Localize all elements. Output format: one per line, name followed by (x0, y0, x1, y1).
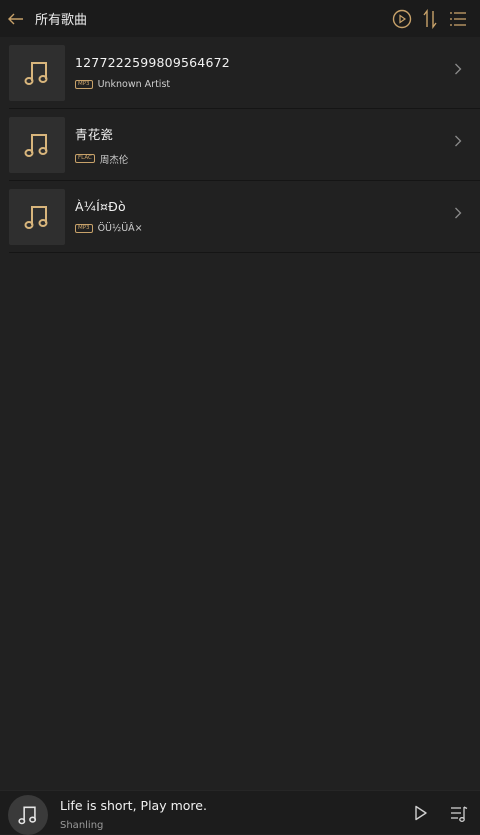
play-icon[interactable] (414, 805, 428, 821)
format-badge: FLAC (75, 154, 95, 163)
song-row[interactable]: 1277222599809564672 MP3 Unknown Artist (9, 37, 480, 109)
song-title: 1277222599809564672 (75, 55, 230, 70)
page-title: 所有歌曲 (35, 13, 88, 28)
music-note-icon (24, 61, 48, 85)
play-all-button[interactable] (388, 0, 416, 37)
song-list: 1277222599809564672 MP3 Unknown Artist 青… (9, 37, 480, 253)
song-row[interactable]: 青花瓷 FLAC 周杰伦 (9, 109, 480, 181)
mini-player[interactable]: Life is short, Play more. Shanling (0, 790, 480, 835)
chevron-right-icon (455, 207, 462, 219)
music-note-icon (24, 205, 48, 229)
song-title: 青花瓷 (75, 126, 114, 142)
song-title: À¼Í¤Ðò (75, 199, 126, 214)
back-arrow-icon (8, 13, 23, 24)
album-art (9, 116, 65, 173)
top-bar: 所有歌曲 (0, 0, 480, 37)
format-badge: MP3 (75, 80, 93, 89)
sort-button[interactable] (416, 0, 444, 37)
artist-name: Unknown Artist (97, 79, 171, 90)
back-button[interactable] (0, 0, 32, 37)
sort-icon (423, 8, 437, 29)
music-note-icon (18, 806, 37, 825)
playlist-queue-icon[interactable] (450, 805, 468, 823)
list-menu-icon (450, 11, 466, 26)
player-album-art (8, 795, 48, 835)
play-circle-icon (392, 9, 412, 28)
music-note-icon (24, 133, 48, 157)
artist-name: ÖÜ½ÜÂ× (97, 223, 143, 234)
menu-button[interactable] (444, 0, 472, 37)
artist-name: 周杰伦 (99, 154, 129, 166)
now-playing-title: Life is short, Play more. (60, 798, 207, 813)
now-playing-artist: Shanling (60, 820, 104, 831)
chevron-right-icon (455, 135, 462, 147)
album-art (9, 44, 65, 101)
song-row[interactable]: À¼Í¤Ðò MP3 ÖÜ½ÜÂ× (9, 181, 480, 253)
album-art (9, 188, 65, 245)
format-badge: MP3 (75, 224, 93, 233)
chevron-right-icon (455, 63, 462, 75)
